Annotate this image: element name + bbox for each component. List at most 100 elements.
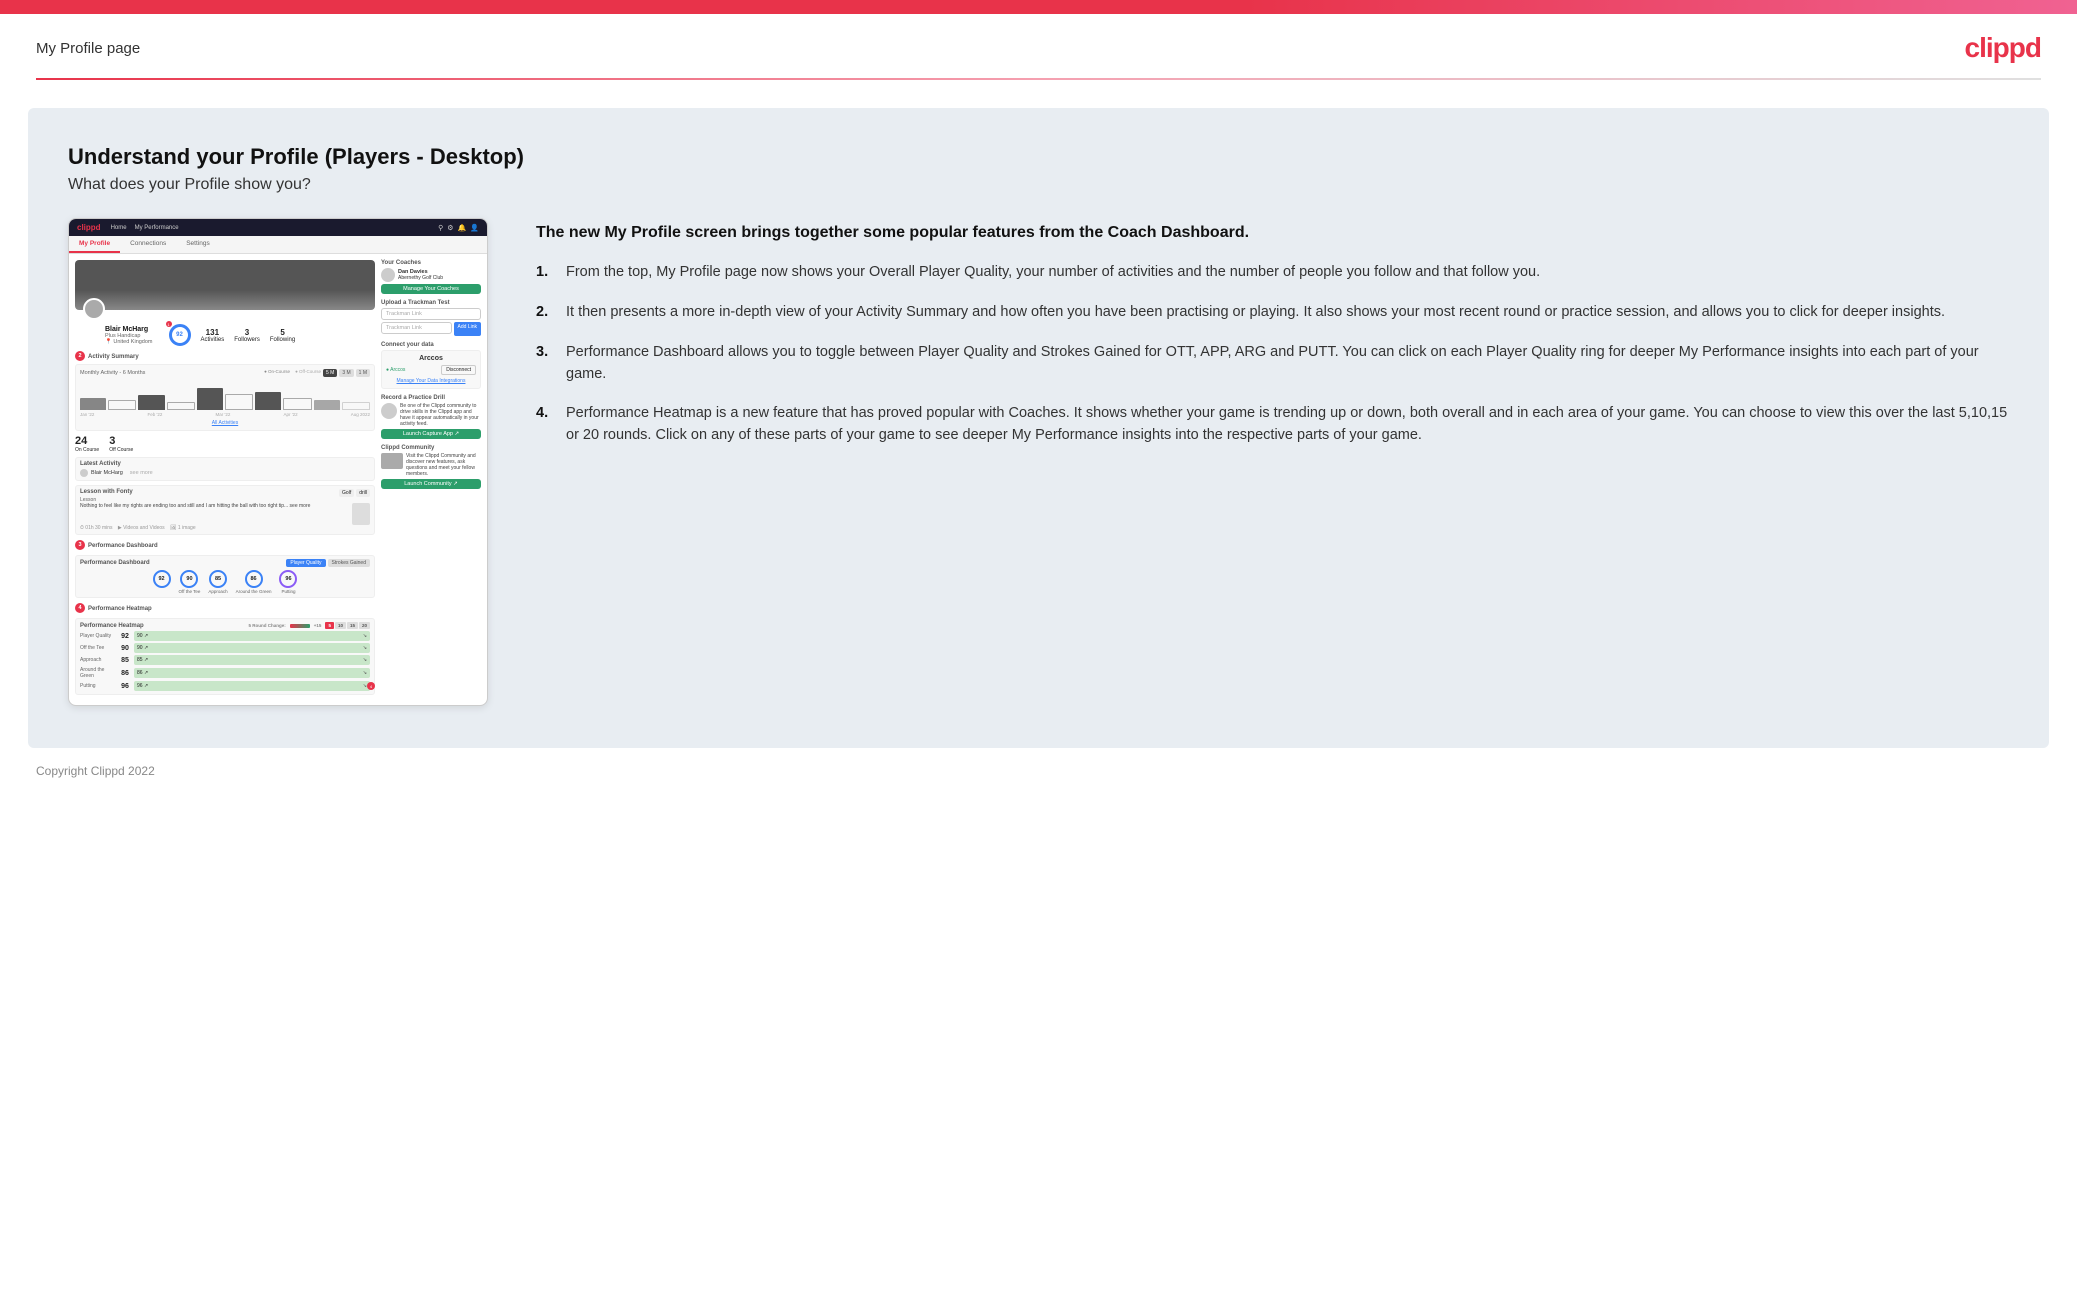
mock-nav-bar: clippd Home My Performance ⚲ ⚙ 🔔 👤 xyxy=(69,219,487,236)
mock-bar-5 xyxy=(197,388,223,410)
mock-ring-app-circle: 85 xyxy=(209,570,227,588)
mock-coach-club: Abernethy Golf Club xyxy=(398,275,443,281)
mock-manage-coaches-btn[interactable]: Manage Your Coaches xyxy=(381,284,481,294)
right-column: The new My Profile screen brings togethe… xyxy=(536,218,2009,465)
mock-profile-section: Blair McHarg Plus Handicap 📍 United King… xyxy=(75,324,375,346)
mock-nav-links: Home My Performance xyxy=(111,225,179,231)
mock-ring-ott: 90 Off the Tee xyxy=(179,570,201,594)
mock-heatmap: Performance Heatmap 5 Round Change: +15 … xyxy=(75,618,375,695)
mock-tab-myprofile[interactable]: My Profile xyxy=(69,236,120,253)
list-text-4: Performance Heatmap is a new feature tha… xyxy=(566,403,2009,447)
mock-bar-8 xyxy=(283,398,311,410)
mock-stat-followers: 3 Followers xyxy=(234,328,260,343)
section-title: Understand your Profile (Players - Deskt… xyxy=(68,144,2009,170)
mock-tab-connections[interactable]: Connections xyxy=(120,236,176,253)
list-text-2: It then presents a more in-depth view of… xyxy=(566,302,1945,324)
mock-latest-title: Latest Activity xyxy=(80,461,370,467)
mock-toggle-1m[interactable]: 1 M xyxy=(356,369,370,377)
mock-right-panel: Your Coaches Dan Davies Abernethy Golf C… xyxy=(381,260,481,699)
mock-heatmap-20[interactable]: 20 xyxy=(359,622,370,629)
mock-heatmap-5[interactable]: 5 xyxy=(325,622,334,629)
mock-lesson-title: Lesson with Fonty xyxy=(80,489,133,495)
mock-coaches-section: Your Coaches Dan Davies Abernethy Golf C… xyxy=(381,260,481,294)
section-subtitle: What does your Profile show you? xyxy=(68,176,2009,194)
mock-launch-community-btn[interactable]: Launch Community ↗ xyxy=(381,479,481,489)
mock-drill-avatar xyxy=(381,403,397,419)
mock-launch-capture-btn[interactable]: Launch Capture App ↗ xyxy=(381,429,481,439)
header: My Profile page clippd xyxy=(0,14,2077,78)
mock-trackman-input[interactable]: Trackman Link xyxy=(381,308,481,320)
mock-heatmap-10[interactable]: 10 xyxy=(335,622,346,629)
mock-drill-text: Be one of the Clippd community to drive … xyxy=(400,403,481,427)
mock-toggle-quality[interactable]: Player Quality xyxy=(286,559,325,567)
mock-trackman-link[interactable]: Trackman Link xyxy=(381,322,452,334)
list-item-1: 1. From the top, My Profile page now sho… xyxy=(536,262,2009,284)
mock-dash-section-label: Performance Dashboard xyxy=(88,543,158,549)
left-column: clippd Home My Performance ⚲ ⚙ 🔔 👤 My Pr… xyxy=(68,218,488,706)
list-num-4: 4. xyxy=(536,403,556,447)
mock-connect-section: Connect your data Arccos ● Arccos Discon… xyxy=(381,342,481,389)
mock-settings-icon: ⚙ xyxy=(447,224,453,232)
mock-profile-info: Blair McHarg Plus Handicap 📍 United King… xyxy=(105,326,153,345)
mock-hero-avatar xyxy=(83,298,105,320)
mock-ring-app-label: Approach xyxy=(208,589,227,594)
mock-tab-settings[interactable]: Settings xyxy=(176,236,220,253)
list-text-3: Performance Dashboard allows you to togg… xyxy=(566,342,2009,386)
mock-disconnect-btn[interactable]: Disconnect xyxy=(441,365,476,375)
mock-bar-9 xyxy=(314,400,340,410)
mock-dash-title: Performance Dashboard xyxy=(80,560,150,566)
mock-coach-info: Dan Davies Abernethy Golf Club xyxy=(398,269,443,281)
mock-logo: clippd xyxy=(77,223,101,232)
mock-main-left: Blair McHarg Plus Handicap 📍 United King… xyxy=(75,260,375,699)
header-divider xyxy=(36,78,2041,80)
mock-community-title: Clippd Community xyxy=(381,445,481,451)
mock-search-icon: ⚲ xyxy=(438,224,443,232)
mock-drill-title: Record a Practice Drill xyxy=(381,395,481,401)
mock-toggle-3m[interactable]: 3 M xyxy=(339,369,353,377)
mock-drill-item: Be one of the Clippd community to drive … xyxy=(381,403,481,427)
mock-activity-label: Activity Summary xyxy=(88,354,139,360)
main-content: Understand your Profile (Players - Deskt… xyxy=(28,108,2049,748)
two-column-layout: clippd Home My Performance ⚲ ⚙ 🔔 👤 My Pr… xyxy=(68,218,2009,706)
list-item-2: 2. It then presents a more in-depth view… xyxy=(536,302,2009,324)
mock-community-item: Visit the Clippd Community and discover … xyxy=(381,453,481,477)
mock-add-btn[interactable]: Add Link xyxy=(454,322,481,336)
mock-nav-performance: My Performance xyxy=(135,225,179,231)
mock-body: Blair McHarg Plus Handicap 📍 United King… xyxy=(69,254,487,705)
mock-community-text: Visit the Clippd Community and discover … xyxy=(406,453,481,477)
mock-ring-ott-circle: 90 xyxy=(180,570,198,588)
mock-heatmap-title: Performance Heatmap 5 Round Change: +15 … xyxy=(80,622,370,629)
mock-hero-image xyxy=(75,260,375,310)
list-text-1: From the top, My Profile page now shows … xyxy=(566,262,1540,284)
mock-ring-arg-label: Around the Green xyxy=(236,589,272,594)
description-intro: The new My Profile screen brings togethe… xyxy=(536,222,2009,244)
list-num-1: 1. xyxy=(536,262,556,284)
mock-drill-section: Record a Practice Drill Be one of the Cl… xyxy=(381,395,481,439)
page-title: My Profile page xyxy=(36,40,140,57)
mock-ring-overall: 92 xyxy=(153,570,171,594)
mock-ring-putt: 96 Putting xyxy=(279,570,297,594)
mock-heatmap-15[interactable]: 15 xyxy=(347,622,358,629)
mock-ring-overall-circle: 92 xyxy=(153,570,171,588)
mock-bar-6 xyxy=(225,394,253,410)
mock-manage-integrations-link[interactable]: Manage Your Data Integrations xyxy=(397,378,466,384)
description-list: 1. From the top, My Profile page now sho… xyxy=(536,262,2009,447)
mock-profile-name: Blair McHarg xyxy=(105,326,153,333)
mock-toggle-5[interactable]: 5 M xyxy=(323,369,337,377)
mock-ring-arg: 86 Around the Green xyxy=(236,570,272,594)
mock-trackman-section: Upload a Trackman Test Trackman Link Tra… xyxy=(381,300,481,336)
mock-connect-title: Connect your data xyxy=(381,342,481,348)
mock-dash-header: Performance Dashboard Player Quality Str… xyxy=(80,559,370,567)
mock-community-img xyxy=(381,453,403,469)
mock-chart-bars xyxy=(80,380,370,410)
list-item-4: 4. Performance Heatmap is a new feature … xyxy=(536,403,2009,447)
mock-trackman-title: Upload a Trackman Test xyxy=(381,300,481,306)
mock-toggle-strokes[interactable]: Strokes Gained xyxy=(328,559,370,567)
mock-dash-toggle: Player Quality Strokes Gained xyxy=(286,559,370,567)
mock-screenshot: clippd Home My Performance ⚲ ⚙ 🔔 👤 My Pr… xyxy=(68,218,488,706)
mock-nav-right: ⚲ ⚙ 🔔 👤 xyxy=(438,224,479,232)
mock-community-section: Clippd Community Visit the Clippd Commun… xyxy=(381,445,481,489)
mock-bar-10 xyxy=(342,402,370,410)
logo: clippd xyxy=(1965,32,2041,64)
mock-section-num-2: 2 xyxy=(75,351,85,361)
